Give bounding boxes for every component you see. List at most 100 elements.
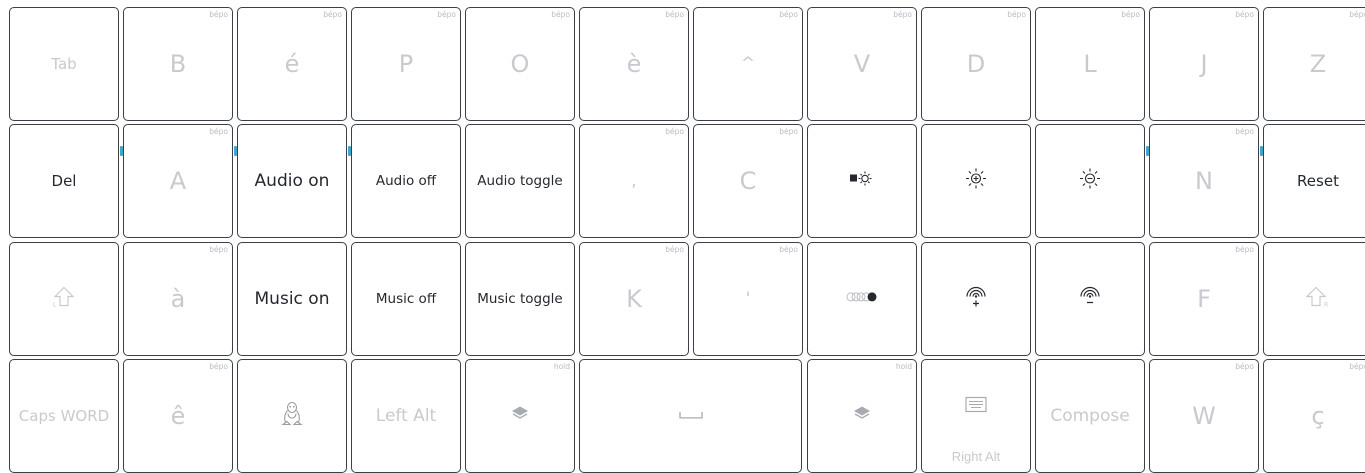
row-marker [1146, 146, 1149, 156]
key-f[interactable]: bépo F [1149, 242, 1259, 356]
key-audio-toggle[interactable]: Audio toggle [465, 124, 575, 238]
key-label: V [853, 50, 871, 78]
keyboard-layer-view: Tab bépo Bbépo é bépo Pbépo Obépo è bépo ^ bépo Vbé… [0, 0, 1365, 473]
key-signal-up[interactable] [921, 242, 1031, 356]
key-label: à [170, 285, 186, 313]
row-marker [234, 146, 237, 156]
key-apostrophe[interactable]: bépo ' [693, 242, 803, 356]
key-del[interactable]: Del [9, 124, 119, 238]
key-music-off[interactable]: Music off [351, 242, 461, 356]
key-hint: bépo [1235, 10, 1254, 19]
key-o[interactable]: bépo O [465, 7, 575, 121]
key-w[interactable]: bépo W [1149, 359, 1259, 473]
key-hint: bépo [209, 245, 228, 254]
key-label: B [169, 50, 187, 78]
key-backlight-toggle[interactable] [807, 124, 917, 238]
svg-text:L: L [53, 302, 57, 309]
key-hint: bépo [1235, 362, 1254, 371]
key-p[interactable]: bépo P [351, 7, 461, 121]
key-c[interactable]: bépo C [693, 124, 803, 238]
key-hint: bépo [209, 127, 228, 136]
key-c-cedilla[interactable]: bépo ç [1263, 359, 1365, 473]
key-right-alt[interactable]: Right Alt [921, 359, 1031, 473]
key-hint: bépo [1349, 10, 1365, 19]
key-z[interactable]: bépo Z [1263, 7, 1365, 121]
key-label: J [1200, 50, 1208, 78]
key-v[interactable]: bépo V [807, 7, 917, 121]
key-hint: bépo [1235, 127, 1254, 136]
key-label: Music toggle [477, 291, 563, 307]
key-hint: bépo [893, 10, 912, 19]
key-e-acute[interactable]: bépo é [237, 7, 347, 121]
key-label: N [1195, 167, 1213, 195]
linux-icon [281, 401, 303, 432]
space-icon [678, 407, 703, 425]
key-label: Del [51, 172, 77, 190]
key-hint: bépo [437, 10, 456, 19]
key-hint: bépo [665, 245, 684, 254]
right-shift-icon: R [1305, 285, 1330, 314]
key-rgb-mode[interactable] [807, 242, 917, 356]
key-right-shift[interactable]: R [1263, 242, 1365, 356]
key-audio-on[interactable]: Audio on [237, 124, 347, 238]
key-label: , [631, 171, 637, 191]
key-hint: bépo [1007, 10, 1026, 19]
key-hint: bépo [1349, 362, 1365, 371]
row-marker [348, 146, 351, 156]
key-b[interactable]: bépo B [123, 7, 233, 121]
key-e-grave[interactable]: bépo è [579, 7, 689, 121]
key-j[interactable]: bépo J [1149, 7, 1259, 121]
key-circumflex[interactable]: bépo ^ [693, 7, 803, 121]
key-layer-right[interactable]: hold [807, 359, 917, 473]
key-hint: bépo [665, 10, 684, 19]
key-label: Caps WORD [18, 407, 110, 425]
key-a-grave[interactable]: bépo à [123, 242, 233, 356]
key-left-shift[interactable]: L [9, 242, 119, 356]
key-left-alt[interactable]: Left Alt [351, 359, 461, 473]
key-hint: bépo [779, 10, 798, 19]
key-a[interactable]: bépo A [123, 124, 233, 238]
row-marker [1260, 146, 1263, 156]
key-reset[interactable]: Reset [1263, 124, 1365, 238]
key-tab[interactable]: Tab [9, 7, 119, 121]
key-label: L [1083, 50, 1097, 78]
key-brightness-up[interactable] [921, 124, 1031, 238]
key-label: O [510, 50, 530, 78]
key-hint: bépo [209, 10, 228, 19]
key-label: F [1197, 285, 1211, 313]
key-label: Z [1309, 50, 1327, 78]
key-signal-down[interactable] [1035, 242, 1145, 356]
key-hint: bépo [209, 362, 228, 371]
key-compose[interactable]: Compose [1035, 359, 1145, 473]
key-sublabel: Right Alt [951, 449, 1001, 464]
key-label: Music on [254, 289, 330, 309]
key-layer-left[interactable]: hold [465, 359, 575, 473]
key-label: Left Alt [375, 406, 437, 426]
key-label: Compose [1050, 406, 1130, 426]
key-k[interactable]: bépo K [579, 242, 689, 356]
key-label: Reset [1297, 172, 1339, 190]
row-marker [120, 146, 123, 156]
key-label: W [1192, 402, 1216, 430]
key-hint: bépo [779, 127, 798, 136]
key-d[interactable]: bépo D [921, 7, 1031, 121]
key-comma[interactable]: bépo, [579, 124, 689, 238]
key-caps-word[interactable]: Caps WORD [9, 359, 119, 473]
key-label: P [398, 50, 414, 78]
key-space[interactable] [579, 359, 802, 473]
key-hint: bépo [779, 245, 798, 254]
key-audio-off[interactable]: Audio off [351, 124, 461, 238]
key-music-on[interactable]: Music on [237, 242, 347, 356]
key-n[interactable]: bépo N [1149, 124, 1259, 238]
key-e-circumflex[interactable]: bépo ê [123, 359, 233, 473]
signal-up-icon [965, 286, 987, 313]
key-linux[interactable] [237, 359, 347, 473]
key-l[interactable]: bépo L [1035, 7, 1145, 121]
key-music-toggle[interactable]: Music toggle [465, 242, 575, 356]
key-label: ç [1311, 402, 1325, 430]
keyboard-icon [965, 396, 987, 418]
key-brightness-down[interactable] [1035, 124, 1145, 238]
key-hint: bépo [551, 10, 570, 19]
brightness-up-icon [965, 168, 987, 195]
key-label: A [169, 167, 187, 195]
